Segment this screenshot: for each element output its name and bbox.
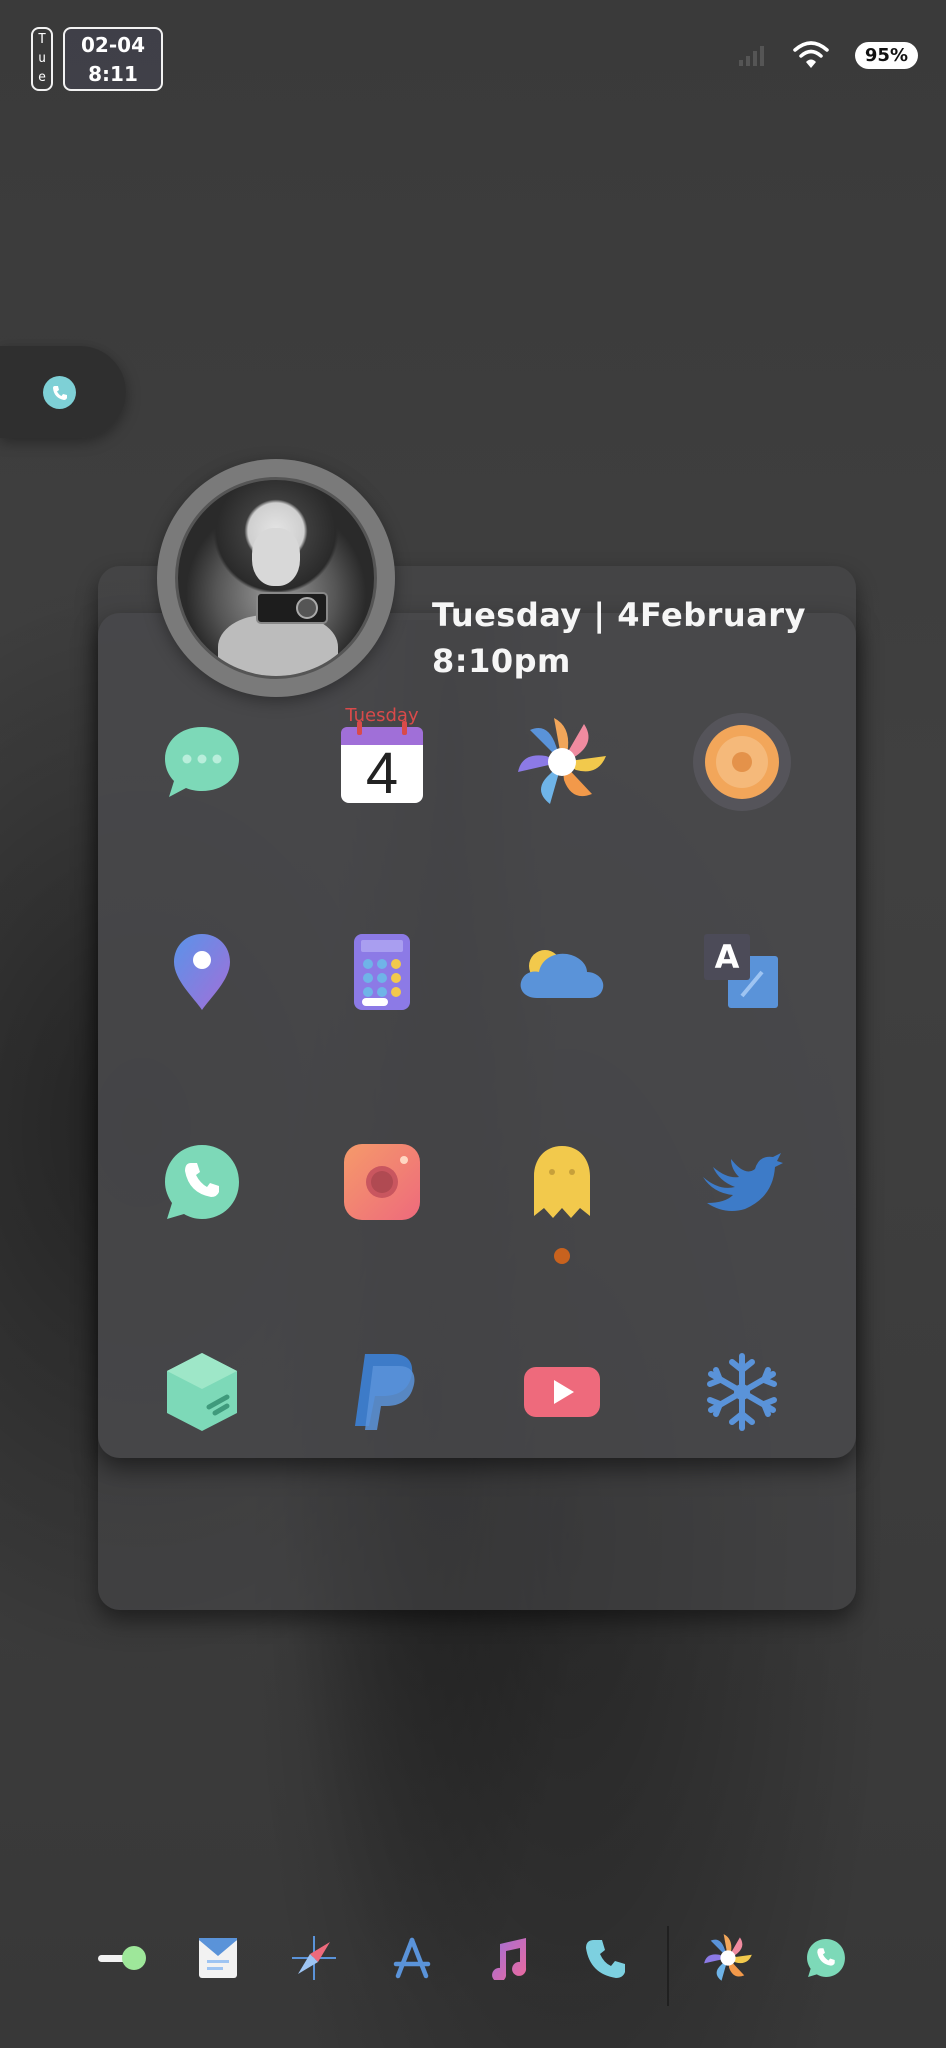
weather-icon (520, 950, 604, 998)
avatar[interactable] (157, 459, 395, 697)
app-messages[interactable] (152, 712, 252, 812)
day-letter: T (38, 32, 46, 47)
messages-icon (165, 727, 239, 797)
app-ghost[interactable] (512, 1132, 612, 1264)
hexagon-app-icon (167, 1353, 237, 1431)
app-calculator[interactable] (332, 922, 432, 1022)
phone-icon (43, 376, 76, 409)
app-paypal[interactable] (332, 1342, 432, 1442)
app-translate[interactable]: A (692, 922, 792, 1022)
app-youtube[interactable] (512, 1342, 612, 1442)
app-store-icon (393, 1937, 431, 1979)
whatsapp-icon (165, 1145, 239, 1219)
status-time: 8:11 (88, 62, 138, 86)
youtube-icon (524, 1367, 600, 1417)
floating-call-shortcut[interactable] (0, 346, 126, 438)
avatar-photo (175, 477, 377, 679)
day-pill: T u e (31, 27, 53, 91)
calendar-day: 4 (365, 741, 399, 806)
dock-divider (667, 1926, 669, 2006)
app-hexagon[interactable] (152, 1342, 252, 1442)
dock-toggle[interactable] (94, 1930, 150, 1986)
date-time-box: 02-04 8:11 (63, 27, 163, 91)
widget-time: 8:10pm (432, 642, 571, 680)
dock-photos[interactable] (700, 1930, 756, 1986)
app-photos[interactable] (512, 712, 612, 812)
photos-icon (704, 1934, 752, 1981)
widget-date: Tuesday | 4February (432, 596, 806, 634)
dock-whatsapp[interactable] (798, 1930, 854, 1986)
app-music-disc[interactable] (692, 712, 792, 812)
dock-compass[interactable] (286, 1930, 342, 1986)
music-note-icon (492, 1938, 527, 1980)
dock-music[interactable] (480, 1930, 536, 1986)
date-widget: Tuesday | 4February 8:10pm (432, 592, 806, 684)
phone-icon (586, 1940, 625, 1978)
toggle-icon (98, 1946, 146, 1970)
paypal-icon (355, 1354, 415, 1430)
whatsapp-icon (807, 1939, 845, 1977)
calculator-icon (354, 934, 410, 1010)
photos-icon (518, 718, 606, 804)
ghost-app-icon (534, 1146, 590, 1218)
twitter-icon (703, 1153, 783, 1211)
instagram-icon (344, 1144, 420, 1220)
wifi-icon (793, 41, 829, 68)
app-twitter[interactable] (692, 1132, 792, 1232)
app-snowflake[interactable] (692, 1342, 792, 1442)
mail-icon (199, 1938, 237, 1978)
day-letter: u (38, 51, 46, 66)
translate-letter: A (714, 938, 740, 976)
notification-badge (554, 1248, 570, 1264)
app-instagram[interactable] (332, 1132, 432, 1232)
app-maps[interactable] (152, 922, 252, 1022)
status-icons: 95% (737, 40, 918, 70)
compass-icon (292, 1936, 336, 1980)
day-letter: e (38, 70, 46, 85)
dock-mail[interactable] (190, 1930, 246, 1986)
dock-phone[interactable] (578, 1930, 634, 1986)
snowflake-icon (707, 1353, 777, 1431)
app-weather[interactable] (512, 922, 612, 1022)
maps-pin-icon (174, 934, 230, 1010)
signal-icon (738, 46, 764, 66)
music-disc-icon (693, 713, 791, 811)
dock-app-store[interactable] (384, 1930, 440, 1986)
battery-indicator: 95% (854, 41, 918, 69)
app-calendar[interactable]: Tuesday 4 (332, 705, 432, 812)
status-date: 02-04 (81, 33, 145, 57)
app-whatsapp[interactable] (152, 1132, 252, 1232)
